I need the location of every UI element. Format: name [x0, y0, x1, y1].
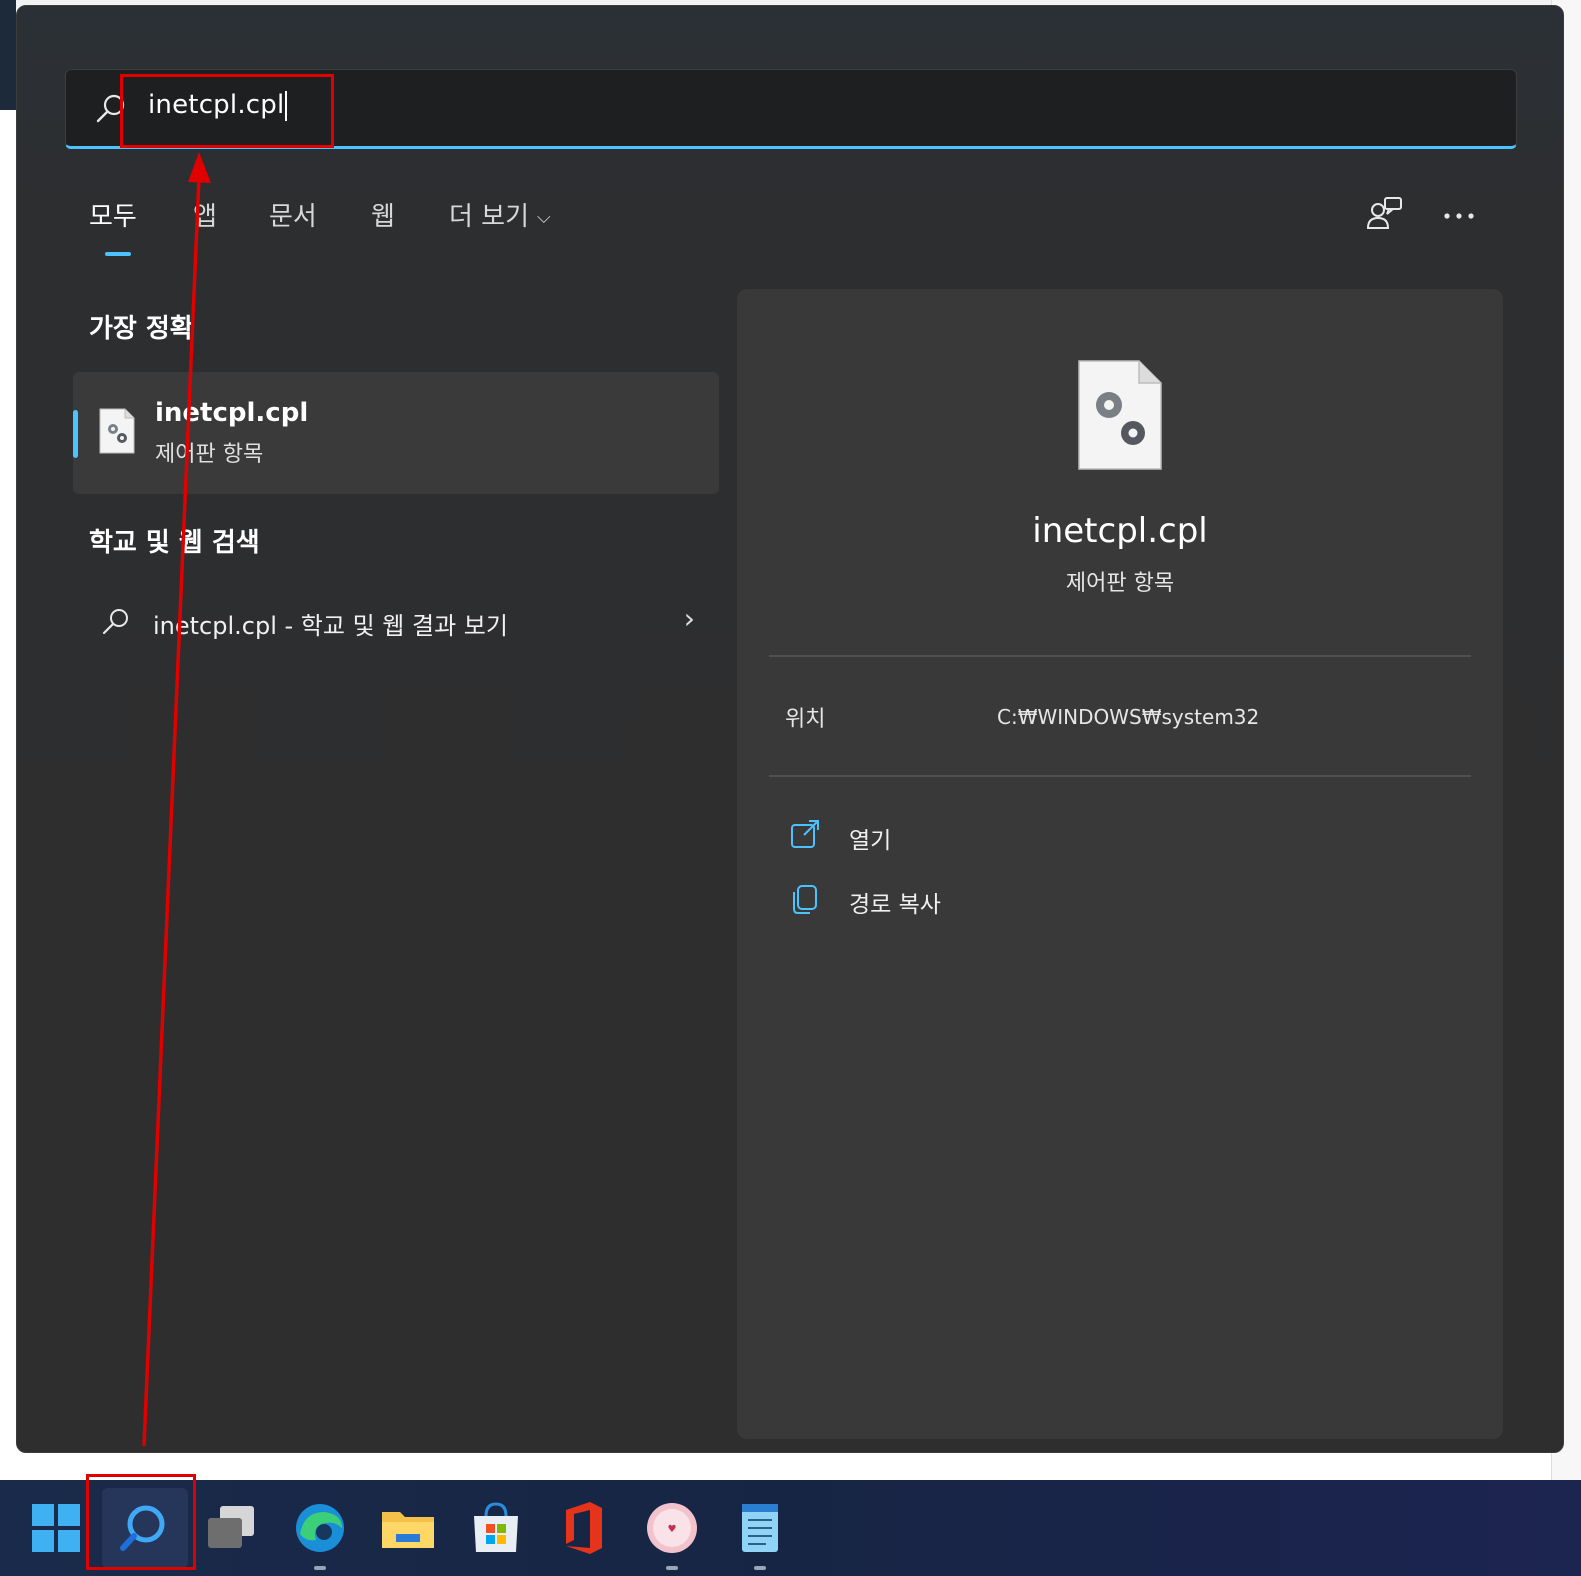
- windows-start-icon[interactable]: [26, 1498, 86, 1558]
- file-explorer-icon[interactable]: [378, 1498, 438, 1558]
- divider: [769, 775, 1471, 777]
- app-pink-icon[interactable]: ♥: [642, 1498, 702, 1558]
- best-match-name: inetcpl.cpl: [155, 398, 309, 428]
- background-window-edge: [0, 0, 16, 110]
- web-search-text: inetcpl.cpl - 학교 및 웹 결과 보기: [153, 612, 508, 640]
- tab-all[interactable]: 모두: [89, 196, 137, 233]
- best-match-type: 제어판 항목: [155, 442, 264, 467]
- copy-path-action[interactable]: 경로 복사: [789, 881, 1189, 921]
- running-indicator: [314, 1566, 326, 1570]
- tab-more[interactable]: 더 보기 ⌵: [449, 196, 551, 233]
- open-external-icon: [791, 820, 819, 848]
- running-indicator: [754, 1566, 766, 1570]
- task-view-icon[interactable]: [202, 1498, 262, 1558]
- filter-tabs: 모두 앱 문서 웹 더 보기 ⌵: [89, 196, 649, 266]
- annotation-box-search-input: [120, 74, 334, 148]
- location-value: C:₩WINDOWS₩system32: [997, 705, 1260, 729]
- best-match-result[interactable]: inetcpl.cpl 제어판 항목: [73, 372, 719, 494]
- divider: [769, 655, 1471, 657]
- notepad-icon[interactable]: [730, 1498, 790, 1558]
- tab-more-label: 더 보기: [449, 202, 530, 232]
- top-right-actions: [1365, 196, 1505, 246]
- annotation-box-taskbar-search: [86, 1474, 196, 1570]
- copy-path-action-label: 경로 복사: [849, 892, 941, 918]
- active-tab-indicator: [105, 252, 131, 256]
- feedback-icon[interactable]: [1365, 196, 1405, 236]
- preview-title: inetcpl.cpl: [1032, 511, 1208, 551]
- chevron-right-icon: ›: [683, 602, 695, 635]
- chevron-down-icon: ⌵: [537, 207, 551, 228]
- microsoft-store-icon[interactable]: [466, 1498, 526, 1558]
- preview-subtitle: 제어판 항목: [1065, 571, 1175, 596]
- copy-icon: [793, 885, 817, 914]
- search-panel: inetcpl.cpl 모두 앱 문서 웹 더 보기 ⌵ 가장 정확 inetc…: [16, 5, 1564, 1453]
- preview-pane: inetcpl.cpl 제어판 항목 위치 C:₩WINDOWS₩system3…: [737, 289, 1503, 1439]
- control-panel-file-icon: [99, 408, 135, 454]
- open-action[interactable]: 열기: [789, 817, 1189, 857]
- search-icon: [102, 609, 128, 635]
- edge-icon[interactable]: [290, 1498, 350, 1558]
- selection-accent: [73, 410, 78, 458]
- tab-apps[interactable]: 앱: [193, 196, 217, 233]
- control-panel-file-icon: [1078, 360, 1162, 470]
- web-search-result[interactable]: inetcpl.cpl - 학교 및 웹 결과 보기 ›: [73, 596, 713, 646]
- tab-web[interactable]: 웹: [371, 196, 395, 233]
- tab-documents[interactable]: 문서: [269, 196, 317, 233]
- web-search-heading: 학교 및 웹 검색: [89, 528, 260, 558]
- more-options-icon[interactable]: [1439, 196, 1479, 236]
- office-icon[interactable]: [554, 1498, 614, 1558]
- location-label: 위치: [785, 707, 826, 732]
- svg-text:♥: ♥: [668, 1524, 677, 1535]
- taskbar: ♥: [0, 1480, 1581, 1576]
- best-match-heading: 가장 정확: [89, 314, 194, 344]
- open-action-label: 열기: [849, 828, 892, 854]
- running-indicator: [666, 1566, 678, 1570]
